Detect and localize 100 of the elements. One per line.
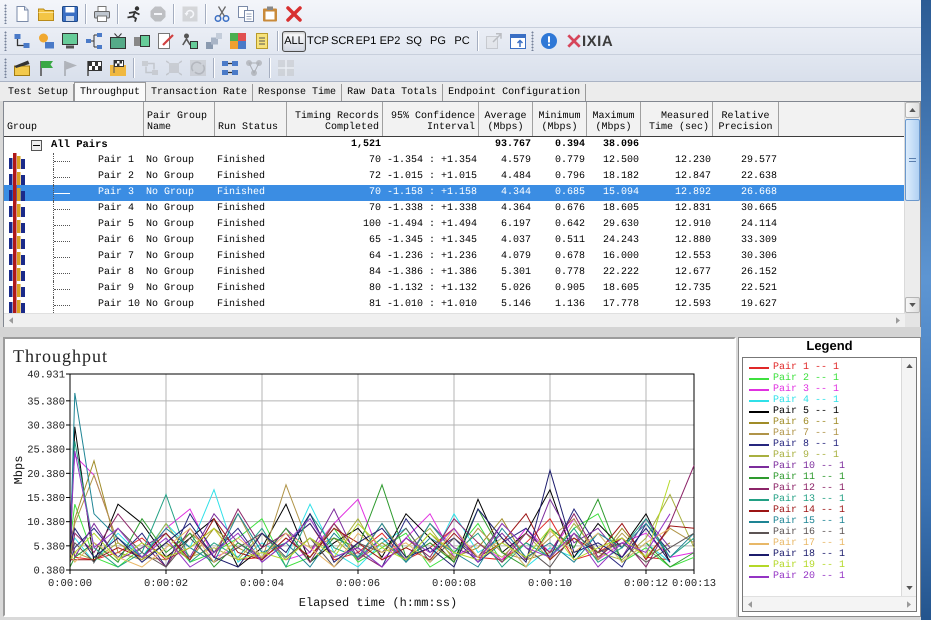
table-cell-text: 18.605 bbox=[602, 282, 640, 296]
table-cell-text: Finished bbox=[216, 282, 266, 296]
table-cell-text: 38.096 bbox=[602, 138, 640, 152]
table-cell-text: 26.152 bbox=[740, 266, 778, 280]
table-cell-text: 1.136 bbox=[554, 298, 586, 312]
y-tick-label: 10.380 bbox=[27, 517, 65, 530]
pair-label: Pair 3 bbox=[98, 186, 134, 200]
table-cell-text: 30.306 bbox=[740, 250, 778, 264]
group-label: All Pairs bbox=[51, 138, 108, 153]
table-cell-text: 30.665 bbox=[740, 202, 778, 216]
table-cell-text: Finished bbox=[216, 234, 266, 248]
legend-label: Pair 5 -- 1 bbox=[773, 406, 840, 417]
chart-title: Throughput bbox=[13, 346, 108, 366]
table-cell-text: 22.222 bbox=[602, 266, 640, 280]
y-tick-label: 0.380 bbox=[33, 566, 65, 578]
pair-label: Pair 6 bbox=[98, 234, 134, 248]
table-cell-text: Finished bbox=[216, 202, 266, 216]
table-cell-text: 12.735 bbox=[674, 282, 712, 296]
table-cell-text: 16.000 bbox=[602, 250, 640, 264]
table-cell-text: -1.386 : +1.386 bbox=[386, 266, 478, 280]
table-cell-text: 0.685 bbox=[554, 186, 586, 200]
table-cell-text: No Group bbox=[145, 154, 196, 168]
legend-label: Pair 17 -- 1 bbox=[773, 538, 846, 549]
x-tick-label: 0:00:12 bbox=[624, 578, 668, 590]
x-tick-label: 0:00:06 bbox=[336, 578, 380, 590]
pair-label: Pair 1 bbox=[98, 154, 134, 168]
table-cell-text: 12.230 bbox=[674, 154, 712, 168]
table-cell-text: 100 bbox=[362, 218, 382, 232]
table-cell-text: 0.905 bbox=[554, 282, 586, 296]
table-cell-text: 80 bbox=[368, 282, 382, 296]
legend-label: Pair 14 -- 1 bbox=[773, 505, 846, 516]
y-tick-label: 15.380 bbox=[27, 493, 65, 505]
table-cell-text: 29.577 bbox=[740, 154, 778, 168]
table-cell-text: -1.494 : +1.494 bbox=[386, 218, 478, 232]
table-cell-text: 70 bbox=[368, 186, 382, 200]
table-cell-text: 12.500 bbox=[602, 154, 640, 168]
table-cell-text: Finished bbox=[216, 218, 266, 232]
pair-label: Pair 9 bbox=[98, 282, 134, 296]
table-cell-text: No Group bbox=[145, 218, 196, 232]
legend-label: Pair 15 -- 1 bbox=[773, 516, 846, 527]
legend-label: Pair 6 -- 1 bbox=[773, 417, 840, 428]
table-cell-text: 93.767 bbox=[494, 138, 532, 152]
table-cell-text: 4.579 bbox=[500, 154, 532, 168]
table-cell-text: No Group bbox=[145, 202, 196, 216]
legend-label: Pair 9 -- 1 bbox=[773, 450, 840, 461]
table-cell-text: 18.605 bbox=[602, 202, 640, 216]
y-tick-label: 30.380 bbox=[27, 420, 65, 432]
legend-label: Pair 13 -- 1 bbox=[773, 494, 846, 505]
logo-text: IXIA bbox=[582, 32, 614, 50]
table-cell-text: 12.593 bbox=[674, 298, 712, 312]
x-tick-label: 0:00:00 bbox=[48, 578, 92, 590]
table-cell-text: 5.026 bbox=[500, 282, 532, 296]
table-cell-text: 4.079 bbox=[500, 250, 532, 264]
table-cell-text: 0.511 bbox=[554, 234, 586, 248]
table-cell-text: 0.779 bbox=[554, 154, 586, 168]
table-cell-text: -1.338 : +1.338 bbox=[386, 202, 478, 216]
table-cell-text: No Group bbox=[145, 186, 196, 200]
legend-label: Pair 16 -- 1 bbox=[773, 527, 846, 538]
legend-label: Pair 18 -- 1 bbox=[773, 549, 846, 560]
legend-label: Pair 8 -- 1 bbox=[773, 439, 840, 450]
y-tick-label: 5.380 bbox=[33, 541, 65, 554]
table-cell-text: 12.553 bbox=[674, 250, 712, 264]
legend-label: Pair 3 -- 1 bbox=[773, 384, 840, 395]
table-cell-text: 0.778 bbox=[554, 266, 586, 280]
table-cell-text: 65 bbox=[368, 234, 382, 248]
table-cell-text: 12.910 bbox=[674, 218, 712, 232]
table-cell-text: Finished bbox=[216, 170, 266, 184]
table-cell-text: -1.015 : +1.015 bbox=[386, 170, 478, 184]
table-cell-text: Finished bbox=[216, 250, 266, 264]
table-cell-text: Finished bbox=[216, 186, 266, 200]
pair-label: Pair 2 bbox=[98, 170, 134, 184]
table-cell-text: 64 bbox=[368, 250, 382, 264]
legend-label: Pair 20 -- 1 bbox=[773, 571, 846, 582]
x-axis-title: Elapsed time (h:mm:ss) bbox=[298, 596, 458, 610]
table-cell-text: 4.344 bbox=[500, 186, 532, 200]
table-cell-text: 26.668 bbox=[740, 186, 778, 200]
legend-label: Pair 11 -- 1 bbox=[773, 472, 846, 483]
table-cell-text: 5.146 bbox=[500, 298, 532, 312]
table-cell-text: No Group bbox=[145, 266, 196, 280]
table-cell-text: 33.309 bbox=[740, 234, 778, 248]
table-cell-text: 0.678 bbox=[554, 250, 586, 264]
pair-label: Pair 4 bbox=[98, 202, 134, 216]
pair-label: Pair 7 bbox=[98, 250, 134, 264]
x-tick-label: 0:00:08 bbox=[432, 578, 476, 590]
legend-label: Pair 19 -- 1 bbox=[773, 560, 846, 571]
table-cell-text: 17.778 bbox=[602, 298, 640, 312]
legend-label: Pair 1 -- 1 bbox=[773, 362, 840, 373]
y-axis-title: Mbps bbox=[12, 456, 26, 484]
x-tick-label: 0:00:04 bbox=[240, 578, 284, 590]
table-cell-text: 5.301 bbox=[500, 266, 532, 280]
table-cell-text: -1.010 : +1.010 bbox=[386, 298, 478, 312]
legend-label: Pair 2 -- 1 bbox=[773, 373, 840, 384]
x-tick-label: 0:00:13 bbox=[672, 578, 716, 590]
table-cell-text: 22.521 bbox=[740, 282, 778, 296]
table-cell-text: 12.892 bbox=[674, 186, 712, 200]
table-cell-text: 22.638 bbox=[740, 170, 778, 184]
table-cell-text: 19.627 bbox=[740, 298, 778, 312]
table-cell-text: 0.796 bbox=[554, 170, 586, 184]
table-cell-text: 0.394 bbox=[554, 138, 586, 152]
table-cell-text: 1,521 bbox=[350, 138, 382, 152]
